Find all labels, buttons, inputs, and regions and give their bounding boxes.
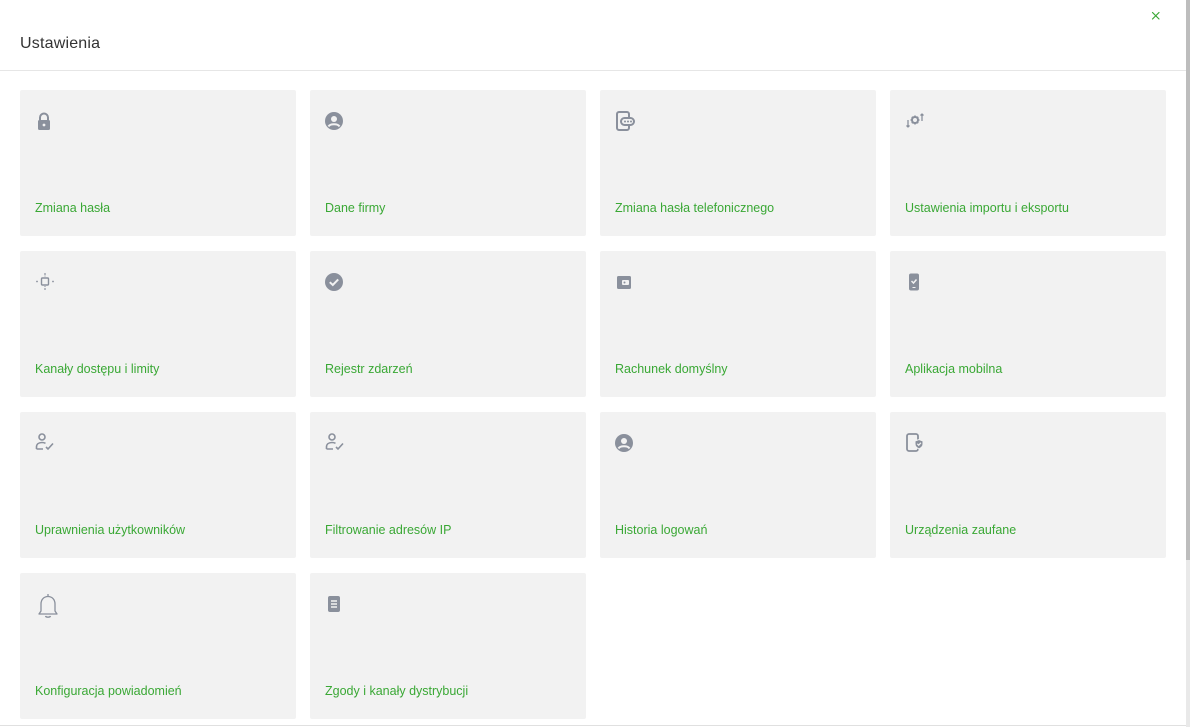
tile-label: Filtrowanie adresów IP	[325, 523, 452, 537]
page-title: Ustawienia	[20, 35, 101, 52]
tile-trusted-devices[interactable]: Urządzenia zaufane	[890, 412, 1166, 558]
tile-company-data[interactable]: Dane firmy	[310, 90, 586, 236]
tile-consents-distribution[interactable]: Zgody i kanały dystrybucji	[310, 573, 586, 719]
tile-label: Rejestr zdarzeń	[325, 362, 413, 376]
tile-change-phone-password[interactable]: Zmiana hasła telefonicznego	[600, 90, 876, 236]
tile-label: Rachunek domyślny	[615, 362, 728, 376]
bell-icon	[34, 591, 62, 621]
tile-access-channels[interactable]: Kanały dostępu i limity	[20, 251, 296, 397]
phone-password-icon	[614, 110, 636, 132]
tile-label: Zmiana hasła telefonicznego	[615, 201, 775, 215]
tile-user-permissions[interactable]: Uprawnienia użytkowników	[20, 412, 296, 558]
access-channels-icon	[34, 271, 56, 293]
mobile-app-icon	[904, 271, 926, 293]
user-check-icon	[324, 432, 346, 454]
scrollbar-thumb[interactable]	[1186, 0, 1190, 560]
tile-label: Kanały dostępu i limity	[35, 362, 160, 376]
tile-label: Uprawnienia użytkowników	[35, 523, 186, 537]
tile-login-history[interactable]: Historia logowań	[600, 412, 876, 558]
dialog-header: Ustawienia	[0, 0, 1186, 71]
user-circle-icon	[324, 110, 346, 132]
user-circle-icon	[614, 432, 636, 454]
tile-label: Zgody i kanały dystrybucji	[325, 684, 469, 698]
tile-notification-config[interactable]: Konfiguracja powiadomień	[20, 573, 296, 719]
tile-label: Konfiguracja powiadomień	[35, 684, 182, 698]
tile-ip-filtering[interactable]: Filtrowanie adresów IP	[310, 412, 586, 558]
close-icon	[1151, 11, 1160, 20]
check-circle-icon	[324, 271, 346, 293]
tile-event-log[interactable]: Rejestr zdarzeń	[310, 251, 586, 397]
settings-grid: Zmiana hasła Dane firmy Zmiana hasła tel…	[20, 90, 1166, 719]
tile-label: Historia logowań	[615, 523, 708, 537]
tile-label: Dane firmy	[325, 201, 386, 215]
close-button[interactable]	[1148, 8, 1164, 24]
scrollbar[interactable]	[1186, 0, 1190, 727]
tile-change-password[interactable]: Zmiana hasła	[20, 90, 296, 236]
tile-label: Ustawienia importu i eksportu	[905, 201, 1069, 215]
user-check-icon	[34, 432, 56, 454]
trusted-device-icon	[904, 432, 926, 454]
tile-default-account[interactable]: Rachunek domyślny	[600, 251, 876, 397]
import-export-settings-icon	[904, 110, 926, 132]
tile-mobile-app[interactable]: Aplikacja mobilna	[890, 251, 1166, 397]
document-icon	[324, 593, 346, 615]
tile-label: Urządzenia zaufane	[905, 523, 1017, 537]
lock-icon	[34, 110, 56, 132]
wallet-icon	[614, 271, 636, 293]
tile-label: Aplikacja mobilna	[905, 362, 1003, 376]
divider	[0, 725, 1186, 726]
tile-label: Zmiana hasła	[35, 201, 111, 215]
tile-import-export-settings[interactable]: Ustawienia importu i eksportu	[890, 90, 1166, 236]
